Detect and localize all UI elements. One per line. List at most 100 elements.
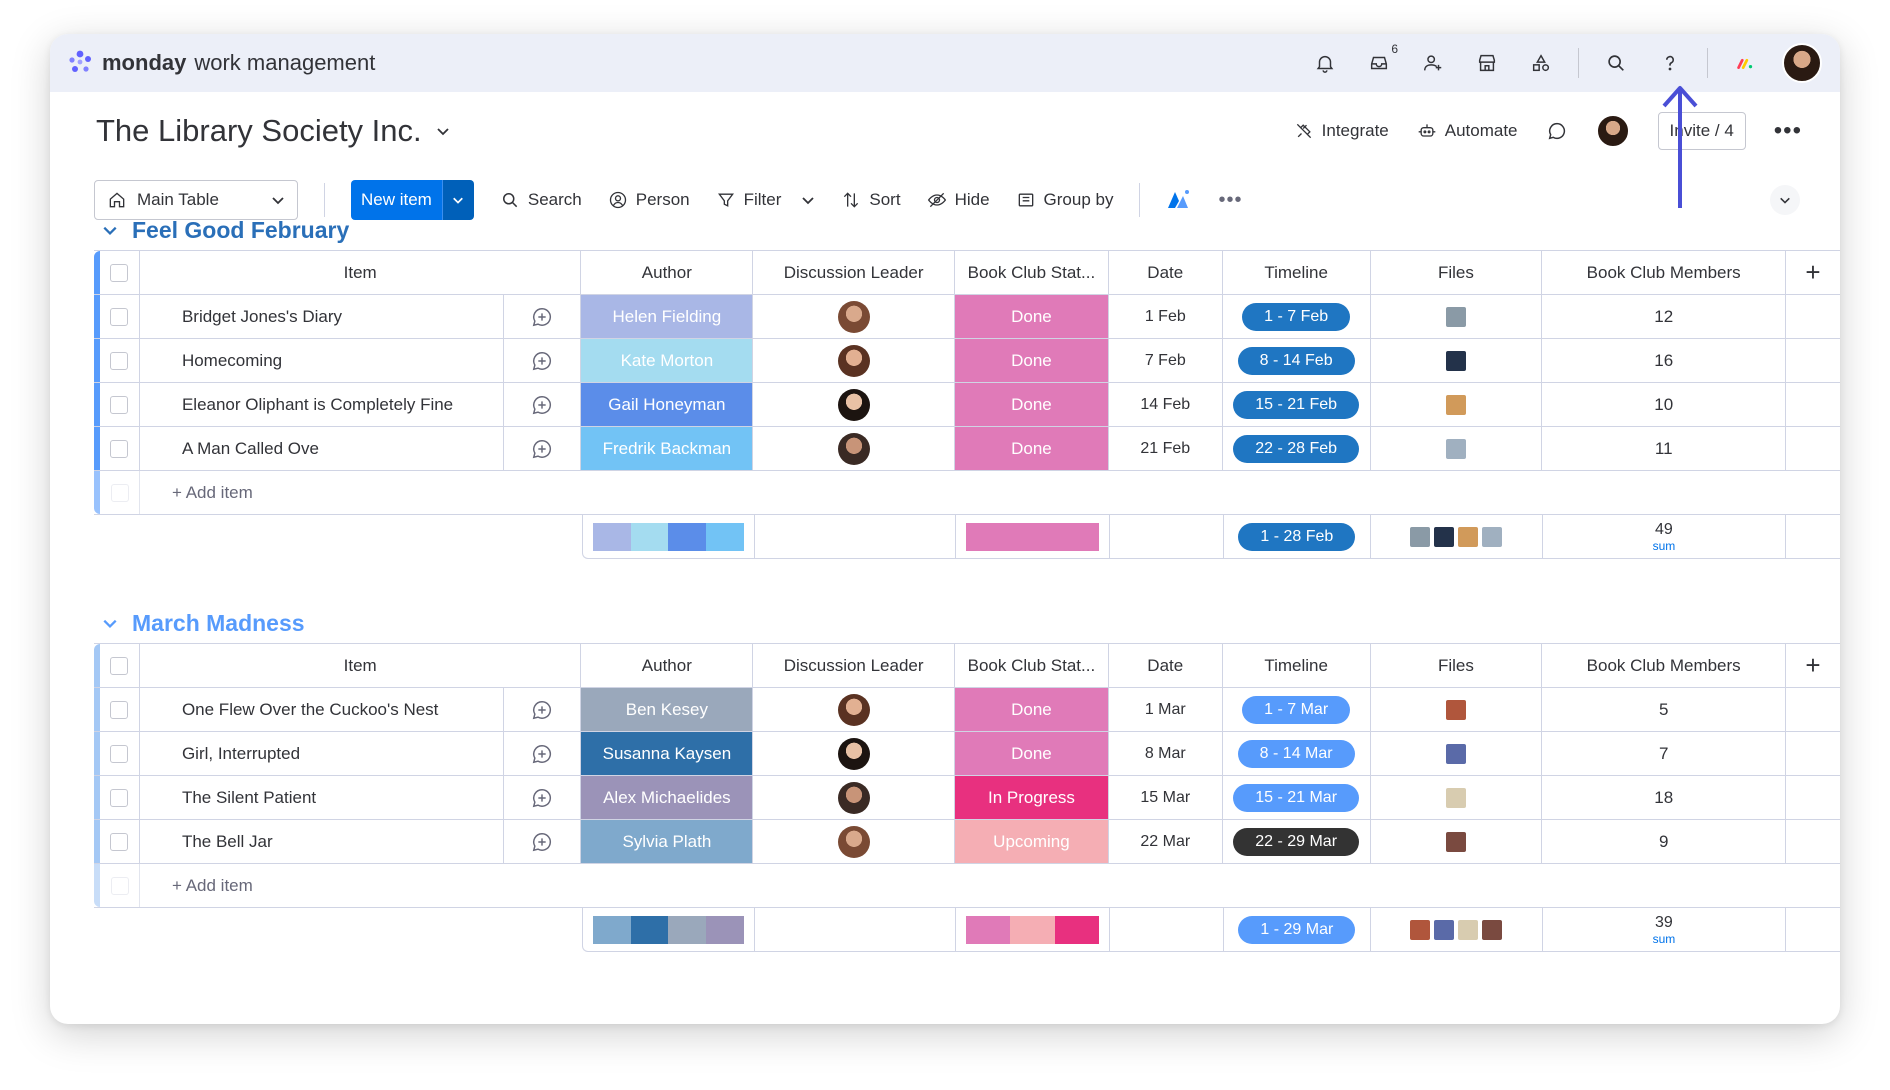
add-update-icon[interactable] <box>504 295 582 338</box>
search-icon[interactable] <box>1599 46 1633 80</box>
column-header-item[interactable]: Item <box>140 251 582 294</box>
hide-button[interactable]: Hide <box>927 190 990 210</box>
file-thumbnail[interactable] <box>1482 919 1503 940</box>
date-cell[interactable]: 1 Feb <box>1109 295 1223 338</box>
status-cell[interactable]: Upcoming <box>955 820 1109 863</box>
files-cell[interactable] <box>1371 820 1543 863</box>
files-cell[interactable] <box>1371 688 1543 731</box>
row-checkbox[interactable] <box>94 427 140 470</box>
user-avatar[interactable] <box>1782 43 1822 83</box>
item-name[interactable]: Homecoming <box>140 339 504 382</box>
table-row[interactable]: Bridget Jones's Diary Helen Fielding Don… <box>94 295 1840 339</box>
file-thumbnail[interactable] <box>1445 787 1466 808</box>
status-summary[interactable] <box>956 515 1110 558</box>
automate-button[interactable]: Automate <box>1417 121 1518 141</box>
timeline-cell[interactable]: 8 - 14 Mar <box>1223 732 1371 775</box>
table-row[interactable]: A Man Called Ove Fredrik Backman Done 21… <box>94 427 1840 471</box>
author-cell[interactable]: Helen Fielding <box>581 295 754 338</box>
files-cell[interactable] <box>1371 383 1543 426</box>
files-summary[interactable] <box>1371 908 1543 951</box>
file-thumbnail[interactable] <box>1458 526 1479 547</box>
discussion-leader-cell[interactable] <box>753 820 956 863</box>
add-update-icon[interactable] <box>504 427 582 470</box>
add-update-icon[interactable] <box>504 820 582 863</box>
files-summary[interactable] <box>1371 515 1543 558</box>
marketplace-icon[interactable] <box>1470 46 1504 80</box>
file-thumbnail[interactable] <box>1482 526 1503 547</box>
group-header[interactable]: March Madness <box>94 603 1840 643</box>
person-filter-button[interactable]: Person <box>608 190 690 210</box>
column-header-date[interactable]: Date <box>1109 644 1223 687</box>
add-item-row[interactable]: + Add item <box>94 864 1840 908</box>
row-checkbox[interactable] <box>94 820 140 863</box>
group-by-button[interactable]: Group by <box>1016 190 1113 210</box>
column-header-author[interactable]: Author <box>581 251 754 294</box>
column-header-members[interactable]: Book Club Members <box>1542 251 1787 294</box>
status-cell[interactable]: Done <box>955 688 1109 731</box>
chevron-down-icon[interactable] <box>102 615 118 631</box>
row-checkbox[interactable] <box>94 688 140 731</box>
author-cell[interactable]: Ben Kesey <box>581 688 754 731</box>
column-header-leader[interactable]: Discussion Leader <box>753 251 955 294</box>
add-update-icon[interactable] <box>504 776 582 819</box>
add-update-icon[interactable] <box>504 688 582 731</box>
members-cell[interactable]: 5 <box>1542 688 1787 731</box>
file-thumbnail[interactable] <box>1458 919 1479 940</box>
file-thumbnail[interactable] <box>1445 306 1466 327</box>
file-thumbnail[interactable] <box>1445 699 1466 720</box>
add-update-icon[interactable] <box>504 732 582 775</box>
invite-members-icon[interactable] <box>1416 46 1450 80</box>
files-cell[interactable] <box>1371 776 1543 819</box>
discussion-leader-cell[interactable] <box>753 732 956 775</box>
author-cell[interactable]: Kate Morton <box>581 339 754 382</box>
author-summary[interactable] <box>583 908 755 951</box>
date-cell[interactable]: 8 Mar <box>1109 732 1223 775</box>
status-cell[interactable]: Done <box>955 427 1109 470</box>
item-name[interactable]: Eleanor Oliphant is Completely Fine <box>140 383 504 426</box>
status-cell[interactable]: Done <box>955 295 1109 338</box>
column-header-item[interactable]: Item <box>140 644 582 687</box>
row-checkbox[interactable] <box>94 383 140 426</box>
table-row[interactable]: Eleanor Oliphant is Completely Fine Gail… <box>94 383 1840 427</box>
add-column-button[interactable]: + <box>1786 251 1840 294</box>
chevron-down-icon[interactable] <box>102 222 118 238</box>
files-cell[interactable] <box>1371 295 1543 338</box>
inbox-icon[interactable]: 6 <box>1362 42 1398 80</box>
board-title[interactable]: The Library Society Inc. <box>96 113 450 149</box>
members-cell[interactable]: 7 <box>1542 732 1787 775</box>
author-cell[interactable]: Alex Michaelides <box>581 776 754 819</box>
timeline-summary[interactable]: 1 - 29 Mar <box>1224 908 1372 951</box>
table-row[interactable]: The Silent Patient Alex Michaelides In P… <box>94 776 1840 820</box>
item-name[interactable]: One Flew Over the Cuckoo's Nest <box>140 688 504 731</box>
column-header-date[interactable]: Date <box>1109 251 1223 294</box>
column-header-status[interactable]: Book Club Stat... <box>955 644 1109 687</box>
ai-assistant-icon[interactable] <box>1166 188 1192 212</box>
select-all-checkbox[interactable] <box>94 251 140 294</box>
discussion-leader-cell[interactable] <box>753 688 956 731</box>
file-thumbnail[interactable] <box>1434 526 1455 547</box>
members-summary[interactable]: 49 sum <box>1543 515 1787 558</box>
chevron-down-icon[interactable] <box>801 193 815 207</box>
files-cell[interactable] <box>1371 732 1543 775</box>
members-cell[interactable]: 12 <box>1542 295 1787 338</box>
file-thumbnail[interactable] <box>1410 526 1431 547</box>
files-cell[interactable] <box>1371 427 1543 470</box>
item-name[interactable]: The Bell Jar <box>140 820 504 863</box>
file-thumbnail[interactable] <box>1434 919 1455 940</box>
author-summary[interactable] <box>583 515 755 558</box>
table-row[interactable]: Homecoming Kate Morton Done 7 Feb 8 - 14… <box>94 339 1840 383</box>
row-checkbox[interactable] <box>94 776 140 819</box>
bell-icon[interactable] <box>1308 46 1342 80</box>
item-name[interactable]: Girl, Interrupted <box>140 732 504 775</box>
timeline-cell[interactable]: 8 - 14 Feb <box>1223 339 1371 382</box>
updates-button[interactable] <box>1546 120 1568 142</box>
select-all-checkbox[interactable] <box>94 644 140 687</box>
row-checkbox[interactable] <box>94 339 140 382</box>
discussion-leader-cell[interactable] <box>753 427 956 470</box>
author-cell[interactable]: Sylvia Plath <box>581 820 754 863</box>
date-cell[interactable]: 22 Mar <box>1109 820 1223 863</box>
toolbar-more-icon[interactable]: ••• <box>1218 189 1242 212</box>
add-update-icon[interactable] <box>504 383 582 426</box>
column-header-members[interactable]: Book Club Members <box>1542 644 1787 687</box>
timeline-summary[interactable]: 1 - 28 Feb <box>1224 515 1372 558</box>
